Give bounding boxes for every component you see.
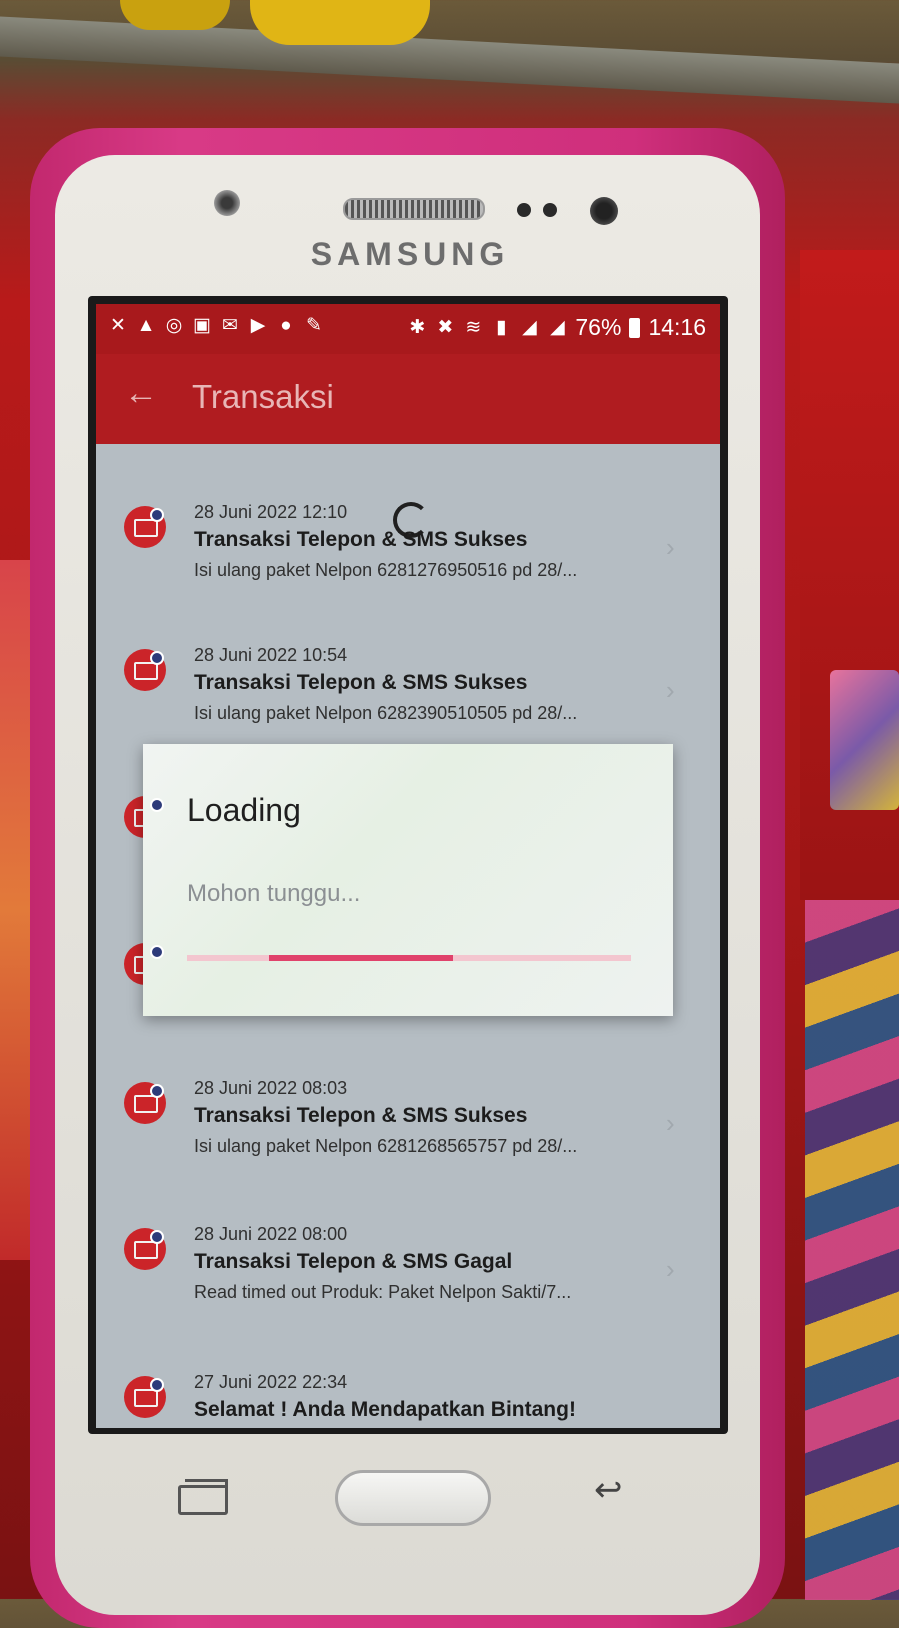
wifi-icon: ≋ <box>465 316 482 338</box>
dialog-title: Loading <box>187 792 301 828</box>
notification-icons: ✕ ▲ ◎ ▣ ✉ ▶ ● ✎ <box>108 316 324 336</box>
mail-icon: ✉ <box>222 315 238 336</box>
sync-icon: ◎ <box>165 315 183 336</box>
warning-icon: ▲ <box>136 315 156 336</box>
brand-logo: SAMSUNG <box>310 236 510 272</box>
system-icons: ✱ ✖ ≋ ▮ ◢ ◢ 76% 14:16 <box>407 314 706 341</box>
chat-icon: ● <box>280 315 292 336</box>
background-object <box>250 0 430 45</box>
battery-percent: 76% <box>575 314 622 340</box>
background-cards <box>805 900 899 1600</box>
missed-call-icon: ✕ <box>110 315 126 336</box>
progress-bar <box>187 955 631 961</box>
loading-dialog: Loading Mohon tunggu... <box>143 744 673 1016</box>
background-object <box>120 0 230 30</box>
progress-indicator <box>269 955 454 961</box>
screen-content: ✕ ▲ ◎ ▣ ✉ ▶ ● ✎ ✱ ✖ ≋ ▮ ◢ ◢ 76% 14:16 ← … <box>96 304 720 1428</box>
front-camera-lens <box>590 197 618 225</box>
background-card <box>830 670 899 810</box>
background-shelf <box>0 16 899 104</box>
battery-icon <box>629 317 641 338</box>
back-arrow-icon[interactable]: ← <box>124 374 158 413</box>
signal-icon: ◢ <box>550 316 565 338</box>
bluetooth-icon: ✱ <box>409 316 426 338</box>
light-sensor <box>543 203 557 217</box>
app-bar: ← Transaksi <box>96 354 720 444</box>
back-button[interactable]: ↩ <box>594 1470 623 1510</box>
youtube-icon: ▶ <box>250 315 266 336</box>
mute-icon: ✖ <box>437 316 454 338</box>
clock: 14:16 <box>648 314 706 340</box>
status-bar: ✕ ▲ ◎ ▣ ✉ ▶ ● ✎ ✱ ✖ ≋ ▮ ◢ ◢ 76% 14:16 <box>96 304 720 354</box>
front-camera <box>214 190 240 216</box>
recent-apps-button[interactable] <box>178 1479 228 1515</box>
sim-1-icon: ▮ <box>496 316 507 338</box>
dialog-message: Mohon tunggu... <box>187 880 361 907</box>
page-title: Transaksi <box>192 378 334 415</box>
flipboard-icon: ▣ <box>193 315 211 336</box>
earpiece-speaker <box>343 198 485 220</box>
wrench-icon: ✎ <box>306 315 322 336</box>
home-button[interactable] <box>335 1470 491 1526</box>
proximity-sensor <box>517 203 531 217</box>
signal-icon: ◢ <box>522 316 537 338</box>
background-box-left <box>0 560 30 1260</box>
phone-screen: ✕ ▲ ◎ ▣ ✉ ▶ ● ✎ ✱ ✖ ≋ ▮ ◢ ◢ 76% 14:16 ← … <box>88 296 728 1434</box>
